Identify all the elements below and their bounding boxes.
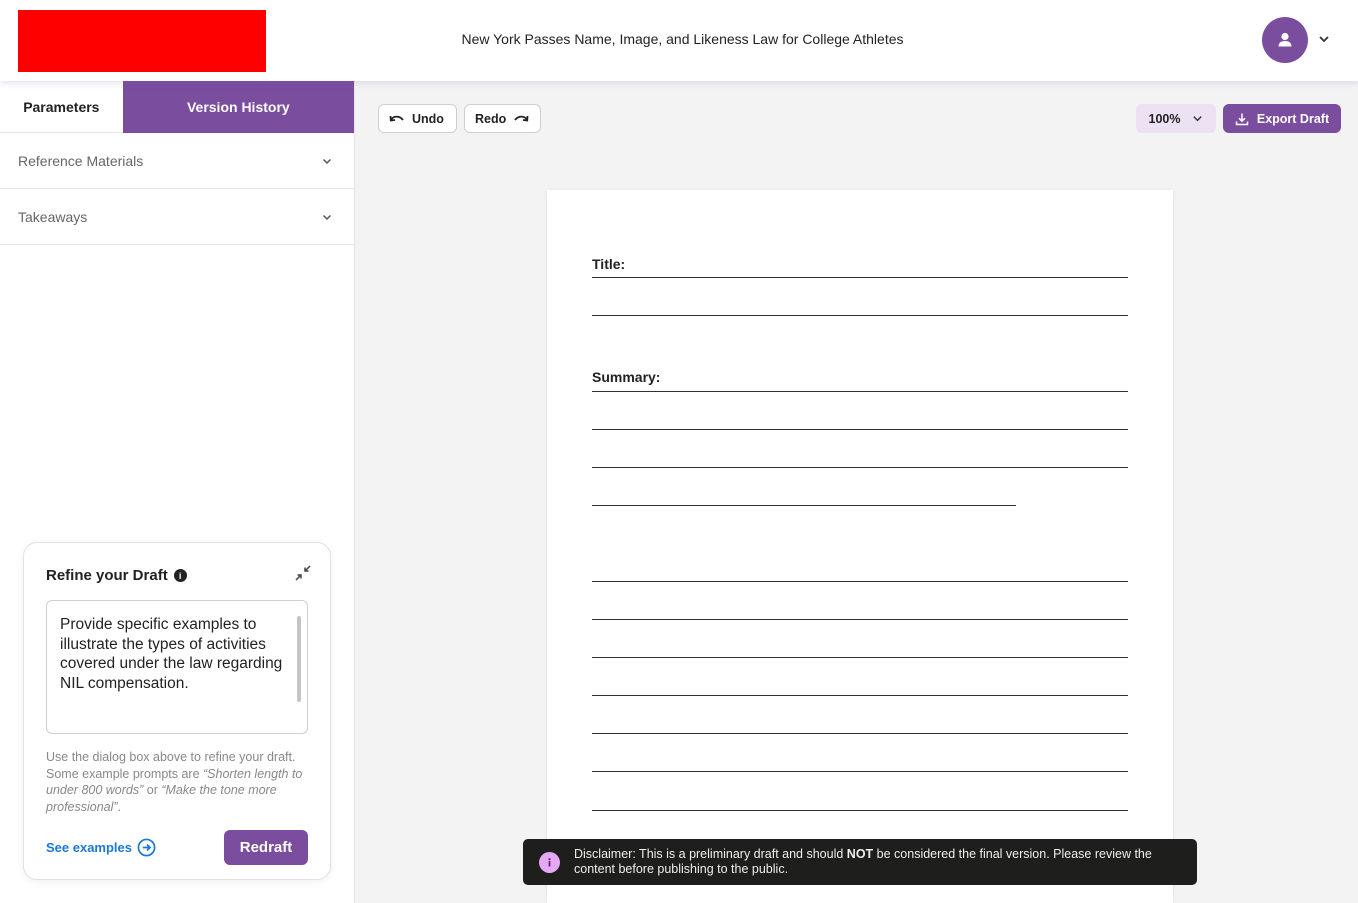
prompt-scrollbar[interactable] <box>297 616 301 702</box>
body-line[interactable] <box>592 771 1128 772</box>
user-avatar[interactable] <box>1262 17 1308 63</box>
logo <box>18 10 266 72</box>
document-title: New York Passes Name, Image, and Likenes… <box>461 31 904 47</box>
app-header: New York Passes Name, Image, and Likenes… <box>0 0 1358 81</box>
disclaimer-banner: Disclaimer: This is a preliminary draft … <box>523 839 1197 885</box>
summary-line[interactable] <box>592 505 1016 506</box>
title-line[interactable] <box>592 315 1128 316</box>
disclaimer-prefix: Disclaimer: This is a preliminary draft … <box>574 847 847 861</box>
user-icon <box>1278 32 1292 47</box>
refine-title: Refine your Draft i <box>46 567 187 584</box>
document-page[interactable]: Title: Summary: <box>547 190 1173 903</box>
chevron-down-icon <box>322 214 332 220</box>
download-icon <box>1235 113 1249 125</box>
undo-button[interactable]: Undo <box>378 104 457 133</box>
body-line[interactable] <box>592 619 1128 620</box>
body-line[interactable] <box>592 657 1128 658</box>
accordion-label: Reference Materials <box>18 152 144 169</box>
title-field-label: Title: <box>592 256 626 272</box>
disclaimer-emphasis: NOT <box>846 847 874 861</box>
body-line[interactable] <box>592 581 1128 582</box>
summary-line[interactable] <box>592 467 1128 468</box>
body-line[interactable] <box>592 695 1128 696</box>
summary-line[interactable] <box>592 429 1128 430</box>
export-draft-button[interactable]: Export Draft <box>1223 104 1341 133</box>
undo-icon <box>389 115 404 122</box>
redo-label: Redo <box>475 111 507 126</box>
refine-title-text: Refine your Draft <box>46 567 168 584</box>
arrow-right-circle-icon <box>137 838 156 857</box>
chevron-down-icon <box>322 158 332 164</box>
refine-draft-panel: Refine your Draft i Use the dialog box a… <box>23 542 331 880</box>
zoom-select[interactable]: 100% <box>1136 104 1216 133</box>
info-icon[interactable]: i <box>173 569 187 582</box>
refine-prompt-input[interactable] <box>46 600 308 734</box>
tab-parameters[interactable]: Parameters <box>0 81 123 133</box>
accordion-reference-materials[interactable]: Reference Materials <box>0 133 354 189</box>
collapse-icon[interactable] <box>294 564 312 582</box>
chevron-down-icon[interactable] <box>1317 32 1331 46</box>
refine-helper-text: Use the dialog box above to refine your … <box>46 749 312 815</box>
disclaimer-text: Disclaimer: This is a preliminary draft … <box>574 847 1175 877</box>
tab-version-history[interactable]: Version History <box>122 81 354 133</box>
body-line[interactable] <box>592 733 1128 734</box>
title-line[interactable] <box>592 277 1128 278</box>
see-examples-link[interactable]: See examples <box>46 838 156 857</box>
accordion-takeaways[interactable]: Takeaways <box>0 189 354 245</box>
accordion-label: Takeaways <box>18 208 88 225</box>
chevron-down-icon <box>1193 116 1203 122</box>
helper-end: . <box>117 799 122 814</box>
zoom-value: 100% <box>1148 111 1181 126</box>
export-label: Export Draft <box>1256 111 1330 126</box>
undo-label: Undo <box>412 111 444 126</box>
see-examples-label: See examples <box>46 840 133 855</box>
helper-or: or <box>143 783 162 797</box>
summary-field-label: Summary: <box>592 369 661 385</box>
info-icon <box>539 851 560 873</box>
body-line[interactable] <box>592 810 1128 811</box>
redo-icon <box>514 115 529 122</box>
redraft-button[interactable]: Redraft <box>224 830 308 865</box>
sidebar-tabs: Parameters Version History <box>0 81 354 133</box>
summary-line[interactable] <box>592 391 1128 392</box>
redo-button[interactable]: Redo <box>464 104 541 133</box>
